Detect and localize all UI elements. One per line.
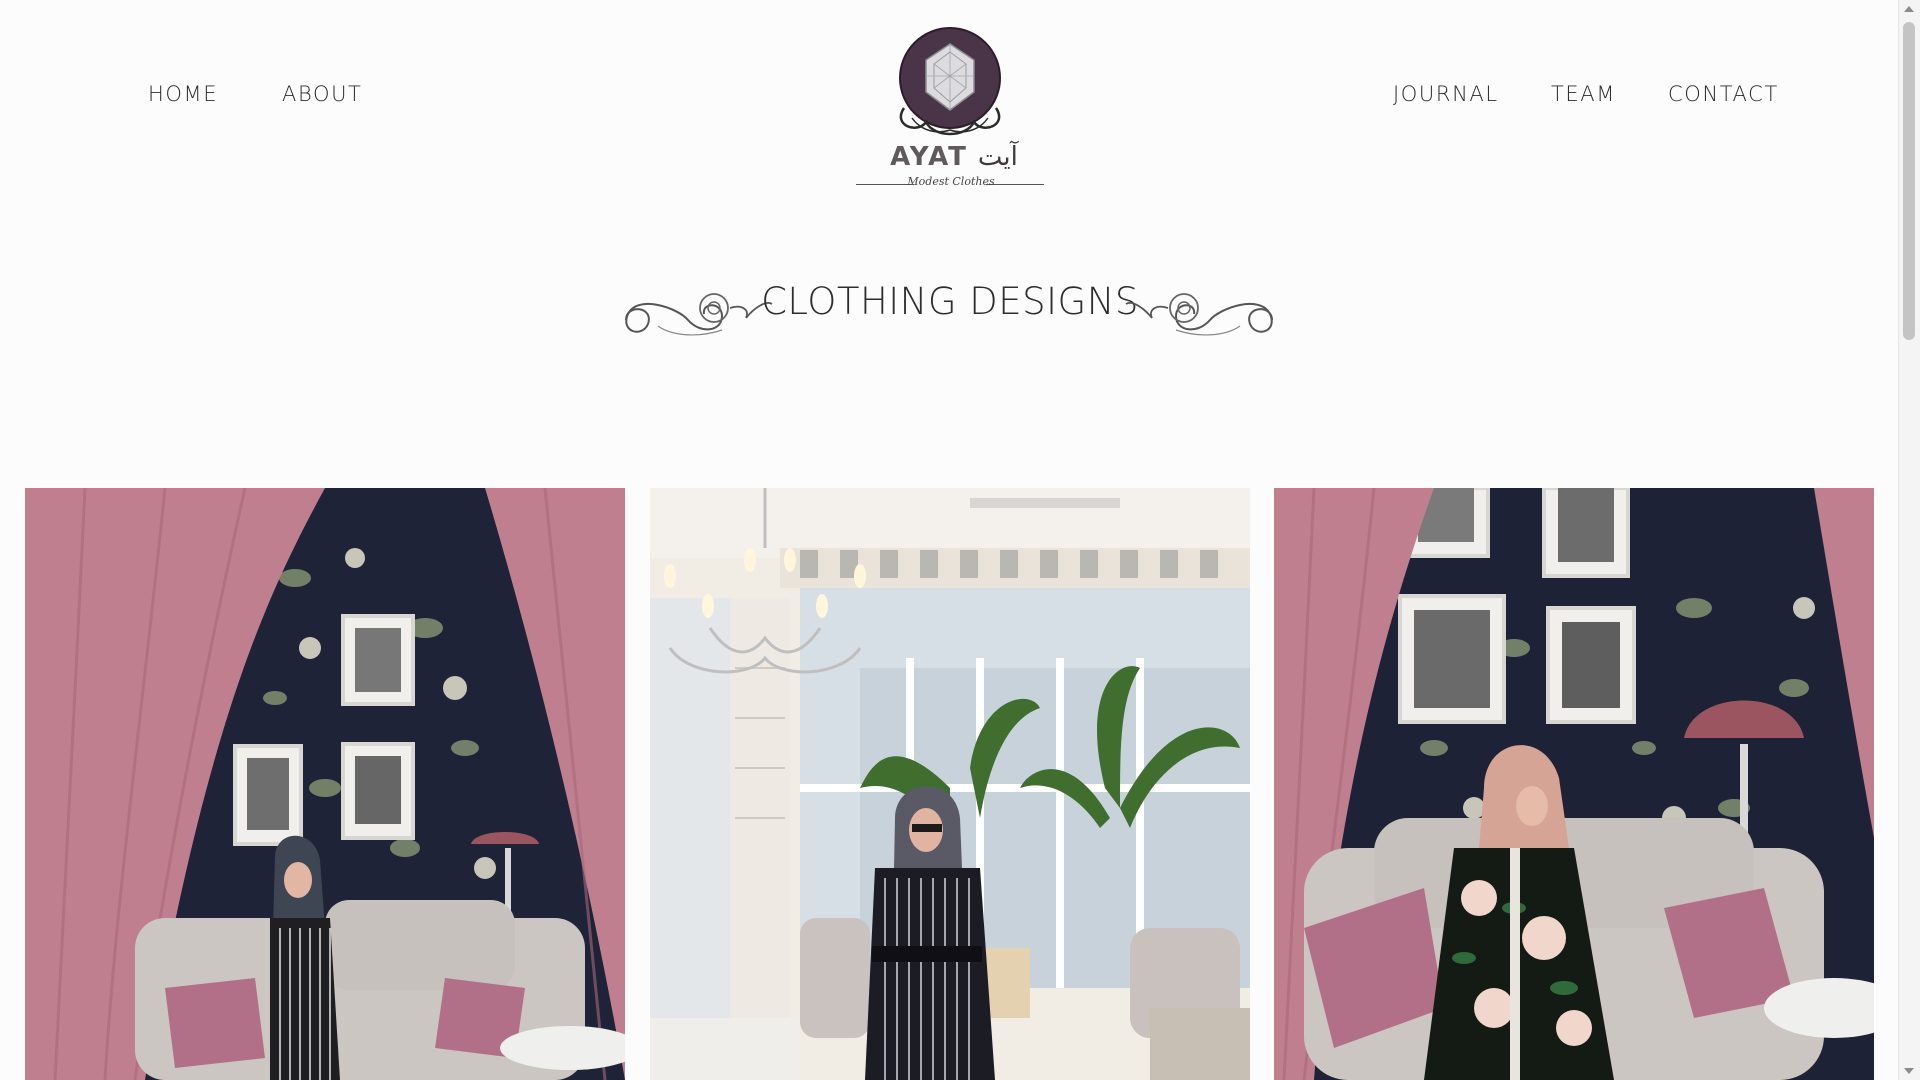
nav-home[interactable]: HOME (148, 82, 218, 106)
page-scrollbar[interactable] (1898, 0, 1920, 1080)
nav-about[interactable]: ABOUT (282, 82, 362, 106)
nav-contact[interactable]: CONTACT (1668, 82, 1779, 106)
scroll-up-arrow-icon[interactable] (1904, 6, 1914, 12)
logo-name-arabic: آيت (977, 142, 1018, 172)
logo-wordmark: AYAT آيت (874, 142, 1034, 172)
logo-name-latin: AYAT (890, 142, 968, 172)
logo-tagline: Modest Clothes (907, 175, 995, 188)
gallery-photo-2[interactable] (650, 488, 1250, 1080)
gallery-photo-1[interactable] (25, 488, 625, 1080)
scroll-down-arrow-icon[interactable] (1904, 1068, 1914, 1074)
nav-contact-link[interactable]: CONTACT (1668, 82, 1779, 106)
nav-home-link[interactable]: HOME (148, 82, 218, 106)
nav-about-link[interactable]: ABOUT (282, 82, 362, 106)
nav-team-link[interactable]: TEAM (1551, 82, 1616, 106)
nav-journal[interactable]: JOURNAL (1393, 82, 1499, 106)
flourish-right-icon (1125, 293, 1273, 336)
nav-team[interactable]: TEAM (1551, 82, 1616, 106)
photo-woman-floral-dress-sofa-icon (1274, 488, 1874, 1080)
section-title: CLOTHING DESIGNS (761, 280, 1139, 323)
photo-woman-striped-dress-pink-curtains-icon (25, 488, 625, 1080)
gallery-photo-3[interactable] (1274, 488, 1874, 1080)
section-title-wrap: CLOTHING DESIGNS (0, 280, 1900, 323)
scrollbar-thumb[interactable] (1903, 22, 1915, 340)
nav-journal-link[interactable]: JOURNAL (1393, 82, 1499, 106)
photo-woman-striped-dress-chandelier-room-icon (650, 488, 1250, 1080)
